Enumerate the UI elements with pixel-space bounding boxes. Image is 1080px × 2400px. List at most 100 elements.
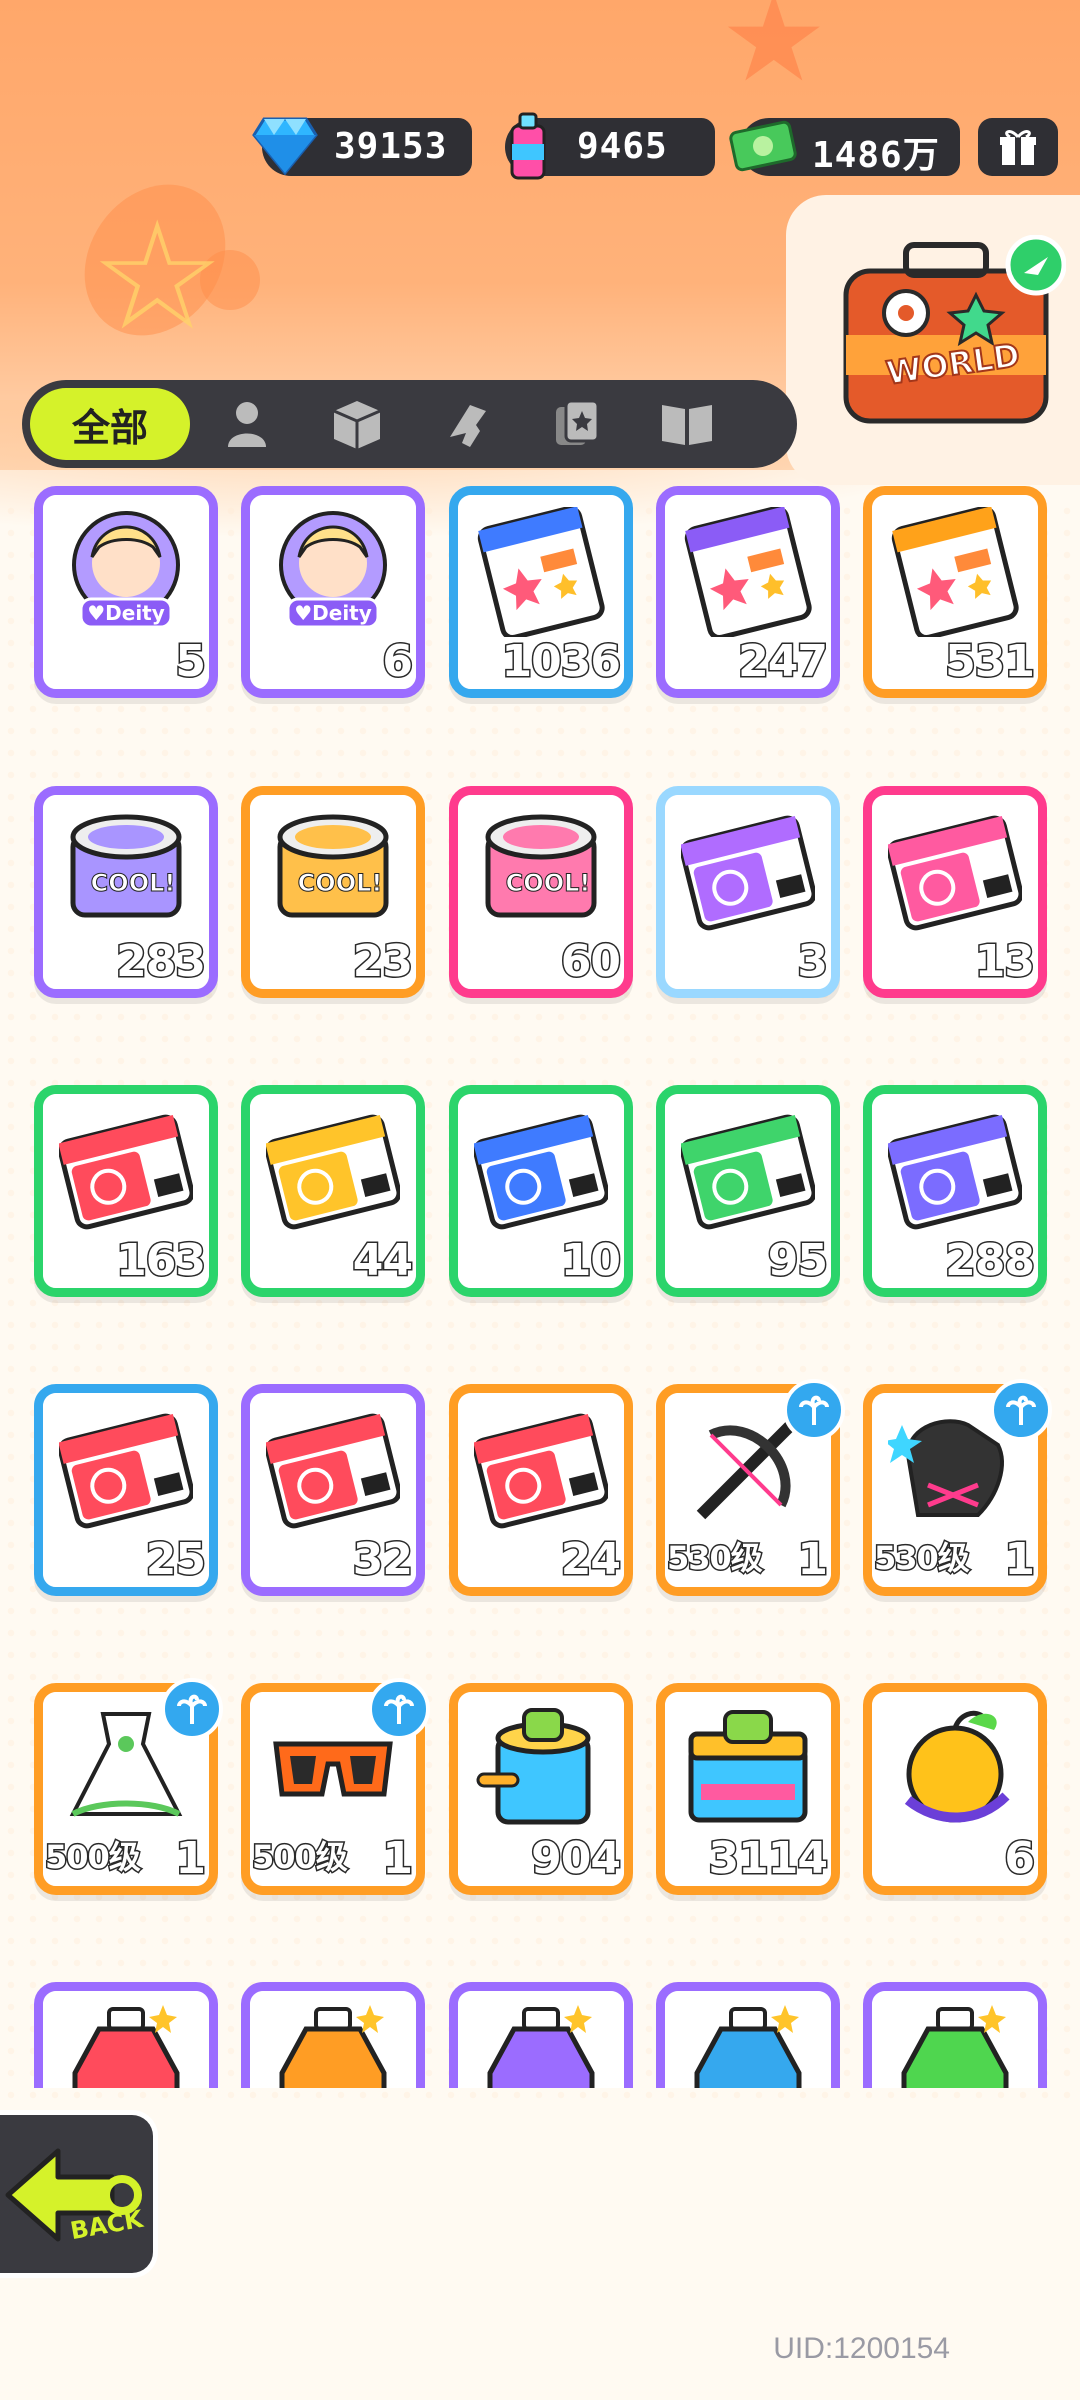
tab-characters[interactable] — [202, 394, 292, 454]
item-count: 23 — [351, 935, 414, 989]
tab-weapons[interactable] — [422, 394, 512, 454]
inventory-item[interactable]: 247 — [656, 486, 840, 698]
ticket-rainbow-icon — [679, 807, 817, 937]
star-bottle-green-icon — [888, 2003, 1022, 2088]
star-bottle-orange-icon — [266, 2003, 400, 2088]
ticket-purple-icon — [886, 1106, 1024, 1236]
currency-gems[interactable]: 39153 — [252, 117, 472, 176]
inventory-item[interactable]: 500级 1 — [34, 1678, 223, 1895]
item-inner: 3 — [665, 795, 831, 989]
inventory-item[interactable]: 3 — [656, 786, 840, 998]
decor-star-icon: ☆ — [90, 190, 225, 364]
inventory-item[interactable]: COOL! 60 — [449, 786, 633, 998]
ticket-red-orange-icon — [472, 1405, 610, 1535]
inventory-item[interactable]: 530级 1 — [863, 1379, 1052, 1596]
item-inner: 531 — [872, 495, 1038, 689]
item-inner: 13 — [872, 795, 1038, 989]
sticker-pack-blue-icon — [474, 505, 608, 641]
currency-paint[interactable]: 9465 — [505, 112, 715, 180]
can-purple-icon: COOL! — [59, 807, 193, 937]
tab-items[interactable] — [312, 394, 402, 454]
inventory-item[interactable] — [656, 1982, 840, 2088]
inventory-item[interactable]: 6 — [863, 1683, 1047, 1895]
inventory-item[interactable]: 3114 — [656, 1683, 840, 1895]
inventory-item[interactable] — [863, 1982, 1047, 2088]
item-count: 44 — [351, 1234, 414, 1288]
sticker-pack-orange-icon — [888, 505, 1022, 641]
svg-text:COOL!: COOL! — [298, 869, 383, 897]
item-count: 1 — [381, 1832, 415, 1886]
item-level: 530级 — [873, 1538, 972, 1579]
inventory-item[interactable]: 500级 1 — [241, 1678, 430, 1895]
item-count: 13 — [973, 935, 1036, 989]
card-icon — [556, 399, 600, 445]
deity-avatar-icon: ♥Deity — [59, 507, 193, 637]
item-inner: ♥Deity 6 — [250, 495, 416, 689]
item-count: 6 — [381, 635, 415, 689]
item-inner: 247 — [665, 495, 831, 689]
item-count: 24 — [559, 1533, 622, 1587]
star-bottle-red-icon — [59, 2003, 193, 2088]
svg-text:♥Deity: ♥Deity — [87, 601, 165, 625]
inventory-item[interactable]: COOL! 23 — [241, 786, 425, 998]
paint-value: 9465 — [577, 126, 668, 167]
inventory-item[interactable]: 163 — [34, 1085, 218, 1297]
inventory-item[interactable]: 904 — [449, 1683, 633, 1895]
deity-avatar-girl-icon: ♥Deity — [266, 507, 400, 637]
item-count: 3 — [796, 935, 830, 989]
inventory-item[interactable]: ♥Deity 6 — [241, 486, 425, 698]
spray-can-icon — [491, 108, 565, 182]
palm-tree-badge-icon — [783, 1379, 845, 1441]
suitcase-icon — [843, 234, 1067, 424]
inventory-item[interactable]: COOL! 283 — [34, 786, 218, 998]
inventory-item[interactable] — [34, 1982, 218, 2088]
inventory-item[interactable]: 1036 — [449, 486, 633, 698]
category-tab-bar: 全部 — [22, 380, 797, 468]
ticket-red-purple-icon — [264, 1405, 402, 1535]
inventory-item[interactable]: 44 — [241, 1085, 425, 1297]
currency-cash[interactable]: 1486万 — [729, 118, 960, 176]
paint-box-icon — [681, 1704, 815, 1834]
item-count: 60 — [559, 935, 622, 989]
inventory-item[interactable]: 32 — [241, 1384, 425, 1596]
item-inner: 3114 — [665, 1692, 831, 1886]
tab-books[interactable] — [642, 394, 732, 454]
inventory-item[interactable]: 530级 1 — [656, 1379, 845, 1596]
palm-tree-badge-icon — [161, 1678, 223, 1740]
inventory-item[interactable]: 10 — [449, 1085, 633, 1297]
svg-text:COOL!: COOL! — [91, 869, 176, 897]
inventory-item[interactable]: 95 — [656, 1085, 840, 1297]
inventory-item[interactable] — [241, 1982, 425, 2088]
star-bottle-blue-icon — [681, 2003, 815, 2088]
item-count: 283 — [115, 935, 208, 989]
inventory-item[interactable]: 25 — [34, 1384, 218, 1596]
item-inner: 95 — [665, 1094, 831, 1288]
item-inner: COOL! 283 — [43, 795, 209, 989]
back-button[interactable]: BACK — [0, 2110, 158, 2278]
item-inner: 904 — [458, 1692, 624, 1886]
inventory-item[interactable]: 13 — [863, 786, 1047, 998]
tab-all[interactable]: 全部 — [30, 388, 190, 460]
item-inner — [665, 1991, 831, 2088]
sticker-pack-purple-icon — [681, 505, 815, 641]
inventory-item[interactable]: 288 — [863, 1085, 1047, 1297]
tab-cards[interactable] — [532, 394, 622, 454]
item-inner: 24 — [458, 1393, 624, 1587]
svg-text:COOL!: COOL! — [506, 869, 591, 897]
item-count: 5 — [174, 635, 208, 689]
item-count: 6 — [1003, 1832, 1037, 1886]
inventory-item[interactable] — [449, 1982, 633, 2088]
item-inner — [872, 1991, 1038, 2088]
star-bottle-purple-icon — [474, 2003, 608, 2088]
inventory-item[interactable]: 24 — [449, 1384, 633, 1596]
item-count: 25 — [144, 1533, 207, 1587]
item-count: 32 — [351, 1533, 414, 1587]
world-suitcase-button[interactable]: WORLD — [826, 234, 1067, 435]
item-count: 531 — [944, 635, 1037, 689]
palm-tree-badge-icon — [990, 1379, 1052, 1441]
gift-button[interactable] — [978, 118, 1058, 176]
inventory-grid: ♥Deity 5 ♥Deity 6 1036 247 531 COOL! 283 COOL! 23 C… — [0, 480, 1080, 2088]
inventory-item[interactable]: ♥Deity 5 — [34, 486, 218, 698]
item-count: 904 — [530, 1832, 623, 1886]
inventory-item[interactable]: 531 — [863, 486, 1047, 698]
